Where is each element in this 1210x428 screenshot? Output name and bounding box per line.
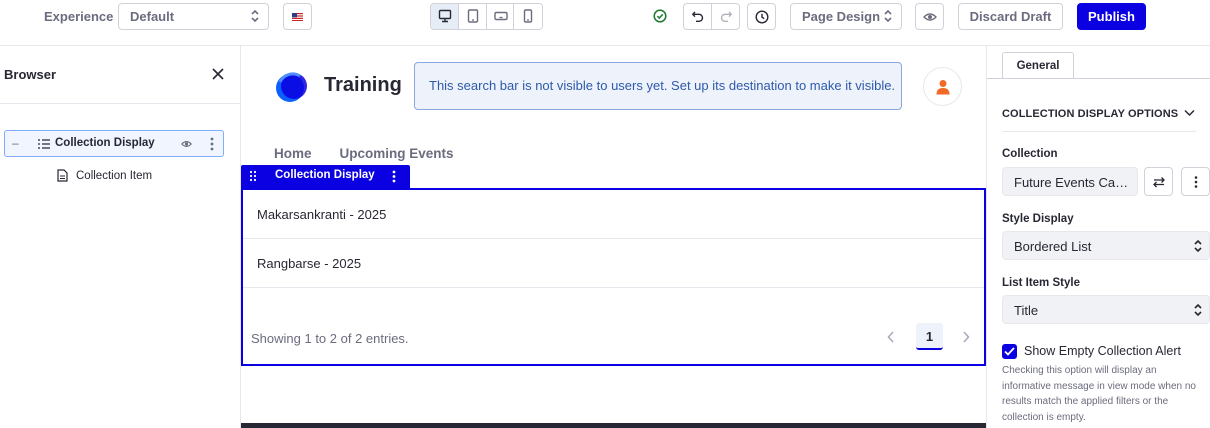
top-toolbar: Experience Default Page Design Discard D… <box>0 0 1210 46</box>
redo-icon <box>720 11 732 22</box>
browser-title: Browser <box>4 67 57 82</box>
list-item: Makarsankranti - 2025 <box>243 190 984 239</box>
collection-label: Collection <box>1002 148 1058 160</box>
pagination-summary: Showing 1 to 2 of 2 entries. <box>251 331 409 346</box>
site-logo <box>276 72 307 102</box>
tablet-preview-button[interactable] <box>458 4 487 29</box>
landscape-phone-icon <box>493 11 508 21</box>
list-icon <box>38 139 50 149</box>
list-item-style-select[interactable]: Title <box>1002 295 1210 324</box>
list-item: Rangbarse - 2025 <box>243 239 984 288</box>
page-design-label: Page Design <box>802 9 881 24</box>
empty-alert-label[interactable]: Show Empty Collection Alert <box>1024 344 1181 358</box>
caret-double-icon <box>1194 303 1202 317</box>
collection-display[interactable]: Makarsankranti - 2025 Rangbarse - 2025 S… <box>241 188 986 366</box>
chevron-left-icon[interactable] <box>887 331 895 343</box>
configuration-panel: General COLLECTION DISPLAY OPTIONS Colle… <box>986 46 1210 428</box>
tab-general[interactable]: General <box>1002 52 1074 79</box>
caret-double-icon <box>251 9 259 23</box>
collection-value: Future Events Ca… <box>1014 175 1129 190</box>
nav-link-home[interactable]: Home <box>274 146 312 161</box>
site-name: Training <box>324 74 402 96</box>
site-navigation: Home Upcoming Events <box>274 146 454 161</box>
collapse-icon[interactable]: – <box>12 136 19 150</box>
portrait-phone-preview-button[interactable] <box>514 4 542 29</box>
desktop-preview-button[interactable] <box>431 4 459 29</box>
change-icon <box>1153 177 1165 188</box>
redo-button[interactable] <box>712 4 739 29</box>
publish-button[interactable]: Publish <box>1077 3 1146 30</box>
experience-label: Experience <box>44 9 114 24</box>
pagination-page-button[interactable]: 1 <box>916 323 943 350</box>
eye-icon[interactable] <box>181 139 192 149</box>
undo-button[interactable] <box>684 4 712 29</box>
language-button[interactable] <box>283 3 312 30</box>
empty-alert-help: Checking this option will display an inf… <box>1002 365 1196 423</box>
check-circle-icon <box>653 9 667 23</box>
landscape-phone-preview-button[interactable] <box>486 4 515 29</box>
empty-alert-checkbox[interactable] <box>1002 344 1017 359</box>
divider <box>1002 131 1196 132</box>
user-icon <box>936 80 950 95</box>
caret-double-icon <box>884 9 892 23</box>
tree-child-label: Collection Item <box>76 170 153 182</box>
history-button[interactable] <box>747 3 776 30</box>
experience-value: Default <box>130 9 175 24</box>
search-notice-text: This search bar is not visible to users … <box>429 78 896 93</box>
clock-icon <box>755 10 769 24</box>
kebab-menu-icon[interactable] <box>392 170 396 183</box>
page-canvas: Training This search bar is not visible … <box>241 46 986 428</box>
collection-field[interactable]: Future Events Ca… <box>1002 167 1138 196</box>
divider <box>0 103 240 104</box>
experience-select[interactable]: Default <box>118 3 269 30</box>
document-icon <box>57 169 68 182</box>
list-item-title: Makarsankranti - 2025 <box>257 207 387 222</box>
fragment-label: Collection Display <box>275 169 375 181</box>
section-title[interactable]: COLLECTION DISPLAY OPTIONS <box>1002 108 1178 120</box>
style-display-value: Bordered List <box>1014 239 1092 254</box>
portrait-phone-icon <box>524 9 533 23</box>
device-preview-group <box>430 3 543 30</box>
preview-button[interactable] <box>915 3 944 30</box>
search-bar-notice: This search bar is not visible to users … <box>414 62 902 110</box>
drag-handle-icon[interactable] <box>249 170 257 182</box>
fragment-topper[interactable]: Collection Display <box>241 165 410 188</box>
browser-panel: Browser – Collection Display Collection … <box>0 46 241 428</box>
tree-item-collection-display[interactable]: – Collection Display <box>4 130 224 157</box>
style-display-label: Style Display <box>1002 213 1074 225</box>
nav-link-upcoming-events[interactable]: Upcoming Events <box>340 146 454 161</box>
divider <box>987 78 1210 79</box>
chevron-down-icon[interactable] <box>1184 109 1195 117</box>
page-footer-edge <box>241 423 986 428</box>
caret-double-icon <box>1194 239 1202 253</box>
collection-options-button[interactable] <box>1181 167 1210 196</box>
kebab-menu-icon[interactable] <box>210 137 214 151</box>
tree-item-collection-item[interactable]: Collection Item <box>57 169 152 185</box>
us-flag-icon <box>292 13 303 21</box>
kebab-menu-icon <box>1194 176 1198 188</box>
chevron-right-icon[interactable] <box>962 331 970 343</box>
checkmark-icon <box>1004 347 1015 356</box>
discard-draft-button[interactable]: Discard Draft <box>958 3 1063 30</box>
list-item-style-value: Title <box>1014 303 1039 318</box>
change-collection-button[interactable] <box>1144 167 1173 196</box>
user-avatar-button[interactable] <box>923 67 962 106</box>
list-item-title: Rangbarse - 2025 <box>257 256 362 271</box>
tablet-icon <box>467 9 478 23</box>
style-display-select[interactable]: Bordered List <box>1002 231 1210 260</box>
list-item-style-label: List Item Style <box>1002 277 1080 289</box>
tree-item-label: Collection Display <box>55 137 155 149</box>
page-design-select[interactable]: Page Design <box>790 3 902 30</box>
desktop-icon <box>438 9 452 23</box>
undo-icon <box>691 11 704 22</box>
eye-icon <box>923 13 937 21</box>
close-icon[interactable] <box>211 67 225 81</box>
undo-redo-group <box>683 3 740 30</box>
